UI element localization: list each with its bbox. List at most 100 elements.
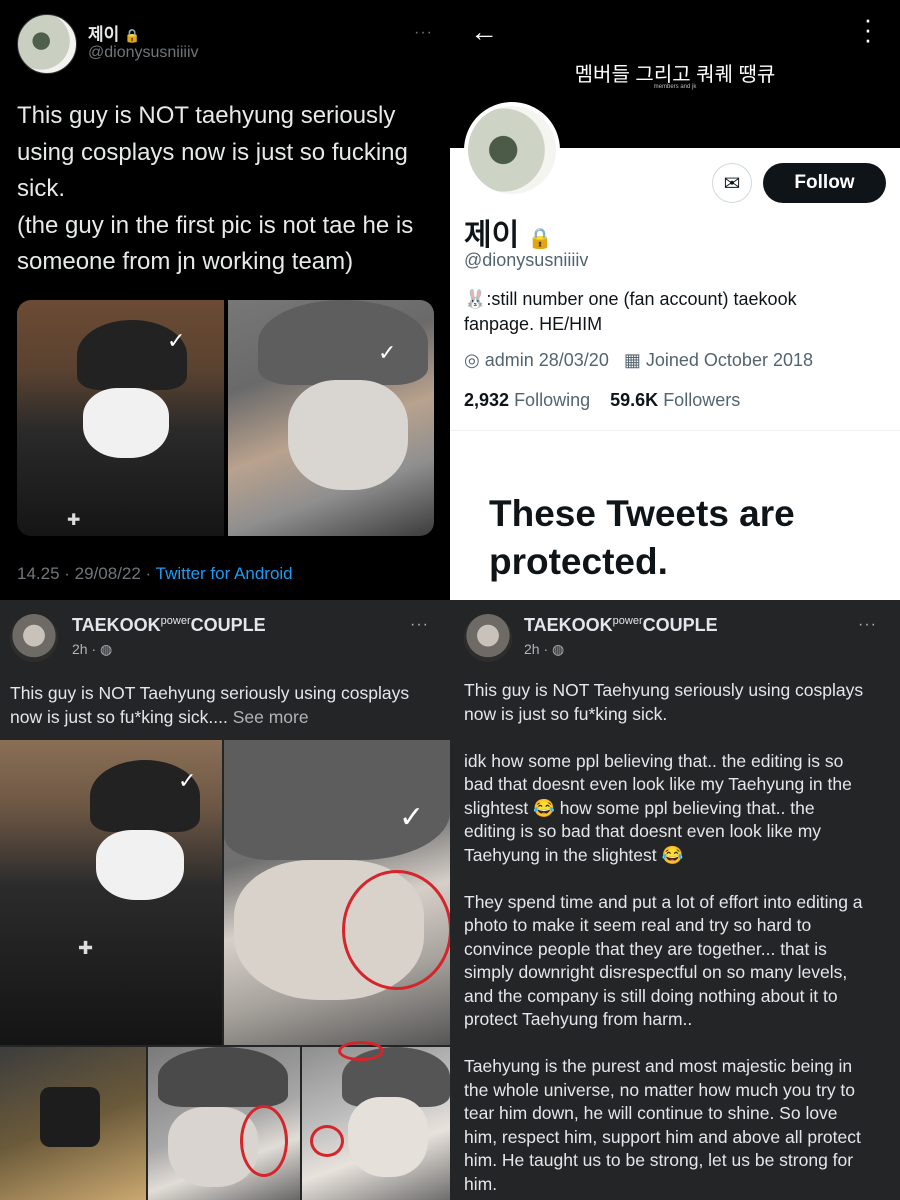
lock-icon: 🔒 (527, 228, 553, 250)
profile-meta: ◎ admin 28/03/20 ▦ Joined October 2018 (464, 350, 813, 371)
post-time[interactable]: 2h · ◍ (524, 641, 564, 658)
page-name[interactable]: TAEKOOKpowerCOUPLE (524, 615, 718, 636)
post-photo-collage[interactable]: ✓ ✚ ✓ (0, 740, 450, 1200)
facebook-post-full: TAEKOOKpowerCOUPLE 2h · ◍ ··· This guy i… (450, 600, 900, 1200)
tweet-source-link[interactable]: Twitter for Android (156, 564, 293, 583)
tweet-text-line: This guy is NOT taehyung seriously (17, 102, 396, 129)
display-name-text: 제이 (88, 25, 120, 44)
tweet-text-line: someone from jn working team) (17, 248, 354, 275)
profile-stats: 2,932 Following 59.6K Followers (464, 390, 740, 411)
protected-notice: These Tweets are protected. (489, 490, 869, 586)
post-text-line: This guy is NOT Taehyung seriously using… (10, 683, 410, 703)
followers-label: Followers (663, 390, 741, 410)
post-time-text: 2h · (72, 641, 101, 657)
post-text: This guy is NOT Taehyung seriously using… (464, 679, 894, 1200)
profile-name-text: 제이 (464, 219, 520, 252)
tweet-text-line: sick. (17, 175, 65, 202)
banner-title: 멤버들 그리고 쿼퀘 땡큐 (574, 64, 776, 86)
following-link[interactable]: 2,932 Following (464, 390, 590, 410)
collage-photo-4[interactable] (148, 1047, 300, 1200)
post-text-line: They spend time and put a lot of effort … (464, 891, 863, 912)
handle[interactable]: @dionysusniiiiv (88, 44, 199, 62)
divider (450, 430, 900, 431)
post-text: This guy is NOT Taehyung seriously using… (10, 682, 445, 729)
protected-line: These Tweets are (489, 493, 795, 534)
post-text-line: simply downright disrespectful on so man… (464, 962, 848, 982)
see-more-link[interactable]: See more (233, 707, 309, 727)
post-text-line: Taehyung is the purest and most majestic… (464, 1056, 853, 1076)
globe-icon: ◍ (552, 641, 565, 657)
red-circle-annotation (338, 1041, 384, 1061)
post-text-line: bad that doesnt even look like my Taehyu… (464, 774, 852, 794)
post-time-text: 2h · (524, 641, 553, 657)
post-text-line: photo to make it seem real and try so ha… (464, 915, 812, 935)
page-avatar[interactable] (464, 614, 512, 662)
calendar-icon: ▦ (623, 350, 641, 370)
collage-photo-1[interactable]: ✓ ✚ (0, 740, 222, 1045)
bio-line: fanpage. HE/HIM (464, 314, 603, 334)
kebab-menu-icon[interactable]: · · · (858, 6, 878, 52)
tweet-panel: 제이 🔒 @dionysusniiiiv ··· This guy is NOT… (0, 0, 450, 600)
following-label: Following (514, 390, 591, 410)
tweet-photo-1[interactable]: ✓ ✚ (17, 300, 224, 536)
post-paragraph: They spend time and put a lot of effort … (464, 891, 894, 1032)
red-circle-annotation (240, 1105, 288, 1177)
post-text-line: him. He taught us to be strong, let us b… (464, 1150, 854, 1170)
post-text-line: Taehyung in the slightest 😂 (464, 844, 684, 865)
collage-photo-5[interactable] (302, 1041, 450, 1200)
collage-photo-3[interactable] (0, 1047, 146, 1200)
facebook-post-short: TAEKOOKpowerCOUPLE 2h · ◍ ··· This guy i… (0, 600, 450, 1200)
tweet-text-line: using cosplays now is just so fucking (17, 138, 408, 166)
followers-count: 59.6K (610, 390, 659, 410)
display-name[interactable]: 제이 🔒 (88, 20, 140, 45)
red-circle-annotation (310, 1125, 344, 1157)
profile-panel: ← · · · 멤버들 그리고 쿼퀘 땡큐 members and jk ✉ Fol… (450, 0, 900, 600)
post-text-line: slightest 😂 how some ppl believing that.… (464, 797, 815, 818)
post-paragraph: idk how some ppl believing that.. the ed… (464, 750, 894, 868)
location-icon: ◎ (464, 350, 480, 370)
tweet-text: This guy is NOT taehyung seriously using… (17, 98, 437, 281)
page-name-part: COUPLE (642, 615, 718, 635)
collage-photo-2[interactable]: ✓ (224, 740, 450, 1045)
more-options-icon[interactable]: ··· (858, 616, 877, 634)
page-avatar[interactable] (10, 614, 58, 662)
post-time[interactable]: 2h · ◍ (72, 641, 112, 658)
post-text-line: him, respect him, support him and above … (464, 1126, 861, 1147)
red-circle-annotation (342, 870, 450, 990)
followers-link[interactable]: 59.6K Followers (610, 390, 740, 410)
profile-bio: 🐰:still number one (fan account) taekook… (464, 287, 884, 337)
lock-icon: 🔒 (124, 28, 141, 43)
page-name-part: TAEKOOK (524, 615, 613, 635)
message-button[interactable]: ✉ (712, 163, 752, 203)
post-text-line: idk how some ppl believing that.. the ed… (464, 750, 844, 771)
profile-avatar[interactable] (464, 102, 560, 198)
more-options-icon[interactable]: ··· (410, 616, 429, 634)
profile-handle: @dionysusniiiiv (464, 250, 589, 270)
profile-name: 제이 🔒 (464, 210, 552, 254)
post-paragraph: This guy is NOT Taehyung seriously using… (464, 679, 894, 726)
profile-joined: Joined October 2018 (645, 350, 813, 370)
post-text-line: and the company is still doing nothing a… (464, 985, 838, 1006)
follow-button[interactable]: Follow (763, 163, 886, 203)
bio-line: 🐰:still number one (fan account) taekook (464, 289, 797, 309)
post-text-line: the whole universe, no matter how much y… (464, 1079, 856, 1100)
back-arrow-icon[interactable]: ← (470, 16, 498, 48)
tweet-meta: 14.25 · 29/08/22 · Twitter for Android (17, 564, 293, 584)
post-text-line: This guy is NOT Taehyung seriously using… (464, 680, 864, 700)
protected-line: protected. (489, 541, 668, 582)
following-count: 2,932 (464, 390, 510, 410)
post-paragraph: Taehyung is the purest and most majestic… (464, 1055, 894, 1196)
page-name-sup: power (160, 615, 191, 627)
post-text-line: protect Taehyung from harm.. (464, 1009, 693, 1029)
post-text-line: editing is so bad that doesnt even look … (464, 821, 822, 841)
globe-icon: ◍ (100, 641, 113, 657)
tweet-photo-2[interactable]: ✓ (228, 300, 434, 536)
post-text-line: now is just so fu*king sick.... (10, 706, 233, 727)
more-options-icon[interactable]: ··· (414, 24, 433, 42)
tweet-media[interactable]: ✓ ✚ ✓ (17, 300, 434, 536)
page-name-part: TAEKOOK (72, 615, 161, 635)
banner-subtitle: members and jk (653, 84, 697, 90)
avatar[interactable] (17, 14, 77, 74)
page-name[interactable]: TAEKOOKpowerCOUPLE (72, 615, 266, 636)
page-name-part: COUPLE (190, 615, 266, 635)
